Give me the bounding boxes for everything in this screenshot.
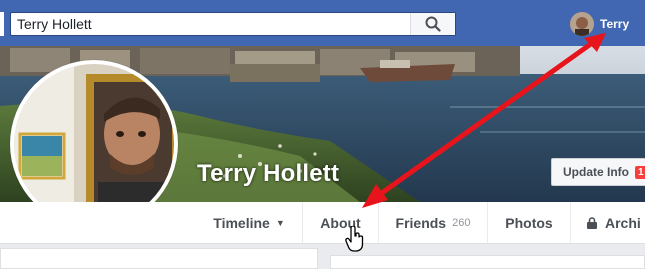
- tab-about[interactable]: About: [303, 202, 378, 243]
- left-nav-edge: [0, 12, 4, 36]
- update-info-label: Update Info: [563, 165, 629, 179]
- search-icon: [425, 16, 441, 32]
- profile-name[interactable]: Terry Hollett: [197, 160, 339, 188]
- search-button[interactable]: [410, 13, 455, 35]
- lock-icon: [587, 216, 597, 229]
- tab-archive[interactable]: Archi: [571, 202, 645, 243]
- user-name: Terry: [600, 17, 630, 31]
- update-info-button[interactable]: Update Info 1: [551, 158, 645, 186]
- avatar: [570, 12, 594, 36]
- notification-badge: 1: [635, 165, 645, 179]
- top-navigation-bar: Terry: [0, 0, 645, 46]
- tab-label: Photos: [505, 214, 553, 231]
- caret-down-icon: ▼: [275, 217, 285, 228]
- hand-cursor-icon: [345, 226, 364, 252]
- profile-picture[interactable]: [14, 64, 174, 224]
- search-box[interactable]: [10, 12, 456, 36]
- user-profile-link[interactable]: Terry: [570, 12, 629, 36]
- search-input[interactable]: [17, 13, 407, 35]
- tab-label: Archi: [605, 214, 641, 231]
- tab-photos[interactable]: Photos: [488, 202, 570, 243]
- tab-friends[interactable]: Friends 260: [379, 202, 487, 243]
- intro-card: [0, 248, 318, 269]
- tab-label: Friends: [395, 214, 447, 231]
- tab-timeline[interactable]: Timeline ▼: [196, 202, 302, 243]
- profile-nav-bar: Timeline ▼ About Friends 260 Photos Arch…: [0, 202, 645, 244]
- tab-label: Timeline: [213, 214, 270, 231]
- composer-card: [330, 255, 645, 269]
- friends-count: 260: [452, 216, 471, 229]
